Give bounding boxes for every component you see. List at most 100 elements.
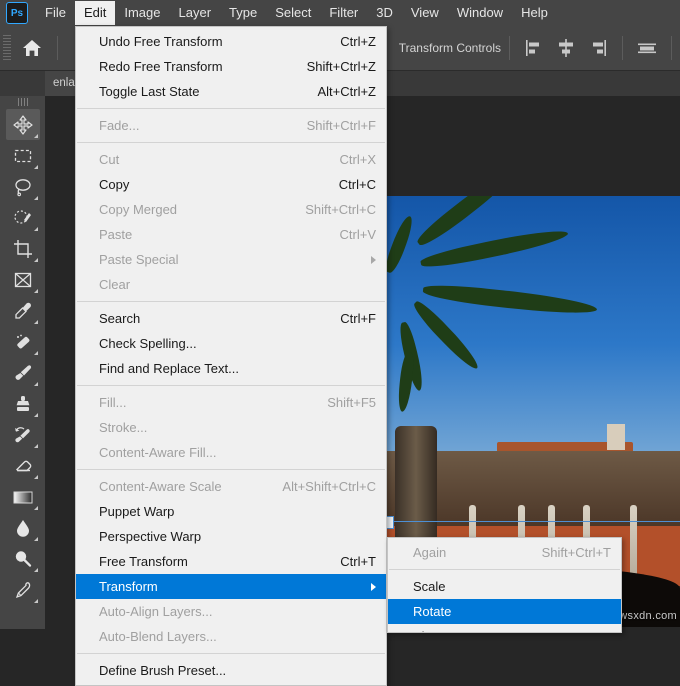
healing-brush-tool[interactable] [6, 326, 40, 357]
submenu-arrow-icon [371, 582, 376, 591]
lasso-tool[interactable] [6, 171, 40, 202]
menu-item-shortcut: Alt+Shift+Ctrl+C [282, 479, 376, 494]
tool-corner-marker [33, 196, 38, 200]
umbrella [630, 505, 637, 579]
options-separator [622, 36, 623, 60]
pen-tool[interactable] [6, 574, 40, 605]
menu-item-undo-free-transform[interactable]: Undo Free Transform Ctrl+Z [76, 29, 386, 54]
menu-item-label: Search [99, 311, 141, 326]
tool-corner-marker [33, 289, 38, 293]
options-separator [509, 36, 510, 60]
menu-item-shortcut: Shift+F5 [327, 395, 376, 410]
align-vertical-centers-button[interactable] [636, 37, 658, 59]
menu-item-shortcut: Ctrl+T [340, 554, 376, 569]
menu-item-label: Transform [99, 579, 158, 594]
menu-help[interactable]: Help [512, 1, 557, 25]
align-horizontal-centers-icon [559, 39, 573, 57]
menu-separator [77, 469, 385, 470]
menu-item-find-and-replace-text[interactable]: Find and Replace Text... [76, 356, 386, 381]
menu-item-label: Copy [99, 177, 130, 192]
menu-item-again: Again Shift+Ctrl+T [388, 540, 621, 565]
menu-item-skew[interactable]: Skew [388, 624, 621, 632]
menu-item-label: Redo Free Transform [99, 59, 223, 74]
menu-select[interactable]: Select [266, 1, 320, 25]
menu-file[interactable]: File [36, 1, 75, 25]
menu-item-rotate[interactable]: Rotate [388, 599, 621, 624]
tool-corner-marker [33, 258, 38, 262]
move-icon [12, 114, 33, 135]
menu-item-auto-blend-layers: Auto-Blend Layers... [76, 624, 386, 649]
menu-item-label: Define Brush Preset... [99, 663, 227, 678]
menu-item-fade: Fade... Shift+Ctrl+F [76, 113, 386, 138]
menu-type[interactable]: Type [220, 1, 266, 25]
align-left-edges-button[interactable] [523, 37, 545, 59]
align-horizontal-centers-button[interactable] [555, 37, 577, 59]
gradient-tool[interactable] [6, 481, 40, 512]
quick-selection-icon [13, 209, 31, 224]
eyedropper-icon [14, 302, 31, 319]
crop-tool[interactable] [6, 233, 40, 264]
menu-item-clear: Clear [76, 272, 386, 297]
transform-controls-label: Transform Controls [398, 41, 501, 55]
menu-item-paste-special: Paste Special [76, 247, 386, 272]
menu-3d[interactable]: 3D [367, 1, 402, 25]
photoshop-window: wsxdn.com Transform Controls Ps File Edi… [0, 0, 680, 686]
menu-item-auto-align-layers: Auto-Align Layers... [76, 599, 386, 624]
home-button[interactable] [15, 31, 49, 65]
eraser-tool[interactable] [6, 450, 40, 481]
menu-item-copy-merged: Copy Merged Shift+Ctrl+C [76, 197, 386, 222]
submenu-arrow-icon [371, 255, 376, 264]
menu-item-search[interactable]: Search Ctrl+F [76, 306, 386, 331]
tool-corner-marker [33, 320, 38, 324]
transform-guide-horizontal [385, 521, 680, 522]
menu-layer[interactable]: Layer [170, 1, 221, 25]
menu-item-transform[interactable]: Transform [76, 574, 386, 599]
menu-item-toggle-last-state[interactable]: Toggle Last State Alt+Ctrl+Z [76, 79, 386, 104]
tool-corner-marker [33, 475, 38, 479]
menu-item-shortcut: Ctrl+Z [340, 34, 376, 49]
menu-item-label: Again [413, 545, 447, 560]
menu-item-shortcut: Shift+Ctrl+T [541, 545, 611, 560]
menu-item-check-spelling[interactable]: Check Spelling... [76, 331, 386, 356]
menu-view[interactable]: View [402, 1, 448, 25]
watermark: wsxdn.com [619, 610, 677, 622]
clone-stamp-tool[interactable] [6, 388, 40, 419]
tool-corner-marker [33, 568, 38, 572]
menu-item-label: Undo Free Transform [99, 34, 223, 49]
menu-item-copy[interactable]: Copy Ctrl+C [76, 172, 386, 197]
menu-edit[interactable]: Edit [74, 1, 116, 25]
frame-tool[interactable] [6, 264, 40, 295]
object-selection-tool[interactable] [6, 202, 40, 233]
menu-image[interactable]: Image [115, 1, 169, 25]
move-tool[interactable] [5, 109, 40, 140]
align-right-edges-icon [593, 40, 606, 56]
clone-stamp-icon [16, 395, 29, 411]
eraser-icon [15, 460, 31, 471]
menu-item-perspective-warp[interactable]: Perspective Warp [76, 524, 386, 549]
menu-filter[interactable]: Filter [320, 1, 367, 25]
menu-item-define-brush-preset[interactable]: Define Brush Preset... [76, 658, 386, 683]
menu-separator [77, 653, 385, 654]
tool-corner-marker [33, 599, 38, 603]
pen-icon [15, 581, 30, 598]
brush-tool[interactable] [6, 357, 40, 388]
tools-panel-grip[interactable] [17, 98, 28, 106]
dodge-tool[interactable] [6, 543, 40, 574]
rectangular-marquee-tool[interactable] [6, 140, 40, 171]
menu-item-scale[interactable]: Scale [388, 574, 621, 599]
menu-item-label: Fill... [99, 395, 127, 410]
menu-separator [77, 301, 385, 302]
menu-window[interactable]: Window [448, 1, 512, 25]
menu-item-redo-free-transform[interactable]: Redo Free Transform Shift+Ctrl+Z [76, 54, 386, 79]
options-bar-grip[interactable] [3, 35, 11, 61]
options-separator [57, 36, 58, 60]
eyedropper-tool[interactable] [6, 295, 40, 326]
menu-item-fill: Fill... Shift+F5 [76, 390, 386, 415]
menu-item-puppet-warp[interactable]: Puppet Warp [76, 499, 386, 524]
menu-item-label: Puppet Warp [99, 504, 175, 519]
menu-item-paste: Paste Ctrl+V [76, 222, 386, 247]
history-brush-tool[interactable] [6, 419, 40, 450]
blur-tool[interactable] [6, 512, 40, 543]
align-right-edges-button[interactable] [587, 37, 609, 59]
menu-item-free-transform[interactable]: Free Transform Ctrl+T [76, 549, 386, 574]
